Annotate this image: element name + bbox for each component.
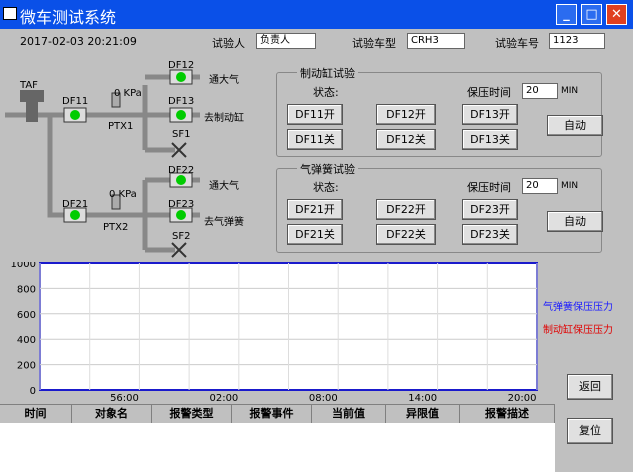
taf-valve-body bbox=[26, 102, 38, 122]
df23-open-button[interactable]: DF23开 bbox=[462, 199, 518, 220]
model-field[interactable]: CRH3 bbox=[407, 33, 465, 49]
valve-df21[interactable] bbox=[63, 207, 87, 223]
ptx1-label: PTX1 bbox=[108, 121, 134, 132]
alarm-col-header[interactable]: 报警描述 bbox=[460, 405, 555, 423]
to-spring-label: 去气弹簧 bbox=[204, 217, 244, 228]
chart-xtick: 08:00 bbox=[309, 393, 338, 404]
legend-brake: 制动缸保压压力 bbox=[543, 325, 613, 336]
brake-status-label: 状态: bbox=[313, 86, 339, 99]
sf2-label: SF2 bbox=[172, 231, 191, 242]
alarm-col-header[interactable]: 时间 bbox=[0, 405, 72, 423]
chart-xtick: 56:00 bbox=[110, 393, 139, 404]
main-window: 微车测试系统 _ □ ✕ 2017-02-03 20:21:09 试验人 负责人… bbox=[0, 0, 633, 472]
spring-hold-field[interactable]: 20 bbox=[522, 178, 558, 194]
alarm-col-header[interactable]: 当前值 bbox=[312, 405, 386, 423]
brake-hold-label: 保压时间 bbox=[467, 86, 511, 99]
df11-close-button[interactable]: DF11关 bbox=[287, 129, 343, 150]
reset-button[interactable]: 复位 bbox=[567, 418, 613, 444]
minimize-button[interactable]: _ bbox=[556, 4, 577, 25]
back-button[interactable]: 返回 bbox=[567, 374, 613, 400]
df12-close-button[interactable]: DF12关 bbox=[376, 129, 436, 150]
alarm-col-header[interactable]: 报警事件 bbox=[232, 405, 312, 423]
df11-label: DF11 bbox=[62, 96, 89, 107]
chart-ytick: 0 bbox=[30, 386, 36, 397]
carno-field[interactable]: 1123 bbox=[549, 33, 605, 49]
title-bar: 微车测试系统 _ □ ✕ bbox=[0, 0, 633, 29]
valve-df12[interactable] bbox=[169, 69, 193, 85]
maximize-button[interactable]: □ bbox=[581, 4, 602, 25]
df12-label: DF12 bbox=[168, 60, 195, 71]
chart-ytick: 400 bbox=[17, 335, 36, 346]
alarm-col-header[interactable]: 报警类型 bbox=[152, 405, 232, 423]
to-brake-label: 去制动缸 bbox=[204, 113, 244, 124]
brake-hold-unit: MIN bbox=[561, 86, 579, 96]
tester-field[interactable]: 负责人 bbox=[256, 33, 316, 49]
chart-ytick: 800 bbox=[17, 284, 36, 295]
df21-label: DF21 bbox=[62, 199, 89, 210]
model-label: 试验车型 bbox=[352, 37, 396, 50]
df21-close-button[interactable]: DF21关 bbox=[287, 224, 343, 245]
valve-df23[interactable] bbox=[169, 207, 193, 223]
taf-label: TAF bbox=[20, 80, 38, 91]
window-title: 微车测试系统 bbox=[20, 8, 117, 27]
df11-open-button[interactable]: DF11开 bbox=[287, 104, 343, 125]
chart-xtick: 02:00 bbox=[209, 393, 238, 404]
pressure-chart: 1000 800 600 400 200 0 56:00 02:00 08:00 14:00 20:… bbox=[11, 262, 538, 404]
datetime-text: 2017-02-03 20:21:09 bbox=[20, 35, 137, 48]
chart-ytick: 1000 bbox=[11, 262, 36, 270]
valve-df11[interactable] bbox=[63, 107, 87, 123]
chart-xtick: 14:00 bbox=[408, 393, 437, 404]
chart-xtick: 20:00 bbox=[508, 393, 537, 404]
df23-close-button[interactable]: DF23关 bbox=[462, 224, 518, 245]
close-button[interactable]: ✕ bbox=[606, 4, 627, 25]
tester-label: 试验人 bbox=[212, 37, 245, 50]
sf1-label: SF1 bbox=[172, 129, 191, 140]
chart-ytick: 600 bbox=[17, 310, 36, 321]
legend-spring: 气弹簧保压压力 bbox=[543, 302, 613, 313]
brake-auto-button[interactable]: 自动 bbox=[547, 115, 603, 136]
spring-hold-label: 保压时间 bbox=[467, 181, 511, 194]
alarm-col-header[interactable]: 对象名 bbox=[72, 405, 152, 423]
alarm-table-body[interactable] bbox=[0, 423, 555, 472]
app-icon bbox=[3, 7, 17, 20]
df21-open-button[interactable]: DF21开 bbox=[287, 199, 343, 220]
df13-label: DF13 bbox=[168, 96, 195, 107]
pressure1-value: 0 KPa bbox=[114, 88, 142, 99]
spring-test-title: 气弹簧试验 bbox=[297, 161, 358, 177]
df22-close-button[interactable]: DF22关 bbox=[376, 224, 436, 245]
alarm-col-header[interactable]: 异限值 bbox=[386, 405, 460, 423]
ptx2-label: PTX2 bbox=[103, 222, 129, 233]
chart-ytick: 200 bbox=[17, 361, 36, 372]
spring-auto-button[interactable]: 自动 bbox=[547, 211, 603, 232]
pressure2-value: 0 KPa bbox=[109, 189, 137, 200]
brake-test-title: 制动缸试验 bbox=[297, 65, 358, 81]
brake-hold-field[interactable]: 20 bbox=[522, 83, 558, 99]
spring-hold-unit: MIN bbox=[561, 181, 579, 191]
df22-label: DF22 bbox=[168, 165, 195, 176]
df12-open-button[interactable]: DF12开 bbox=[376, 104, 436, 125]
df13-close-button[interactable]: DF13关 bbox=[462, 129, 518, 150]
taf-valve-top bbox=[20, 90, 44, 102]
to-air2-label: 通大气 bbox=[209, 181, 239, 192]
valve-df13[interactable] bbox=[169, 107, 193, 123]
df23-label: DF23 bbox=[168, 199, 195, 210]
df13-open-button[interactable]: DF13开 bbox=[462, 104, 518, 125]
to-air1-label: 通大气 bbox=[209, 75, 239, 86]
alarm-table-header: 时间 对象名 报警类型 报警事件 当前值 异限值 报警描述 bbox=[0, 404, 555, 423]
carno-label: 试验车号 bbox=[495, 37, 539, 50]
spring-status-label: 状态: bbox=[313, 181, 339, 194]
df22-open-button[interactable]: DF22开 bbox=[376, 199, 436, 220]
